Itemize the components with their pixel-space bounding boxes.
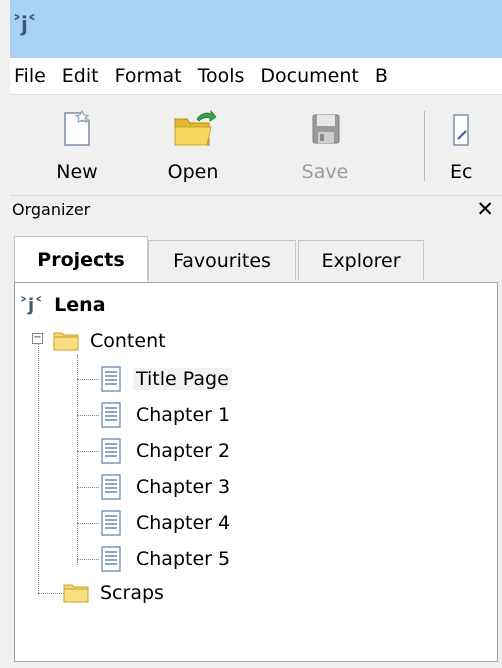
organizer-title: Organizer	[12, 200, 91, 219]
tree-document[interactable]: Chapter 3	[101, 471, 233, 503]
tree-item-label: Chapter 1	[136, 404, 231, 426]
menu-document[interactable]: Document	[260, 65, 358, 87]
menu-bar: File Edit Format Tools Document B	[10, 58, 502, 94]
open-button-label: Open	[167, 161, 219, 183]
tree-connector	[77, 559, 99, 560]
tree-connector	[77, 379, 99, 380]
tree-connector	[38, 593, 64, 594]
save-button-label: Save	[301, 161, 349, 183]
toolbar-separator	[424, 111, 425, 181]
document-icon	[101, 402, 121, 428]
app-logo-icon: ˃j˂	[12, 12, 37, 36]
document-icon	[101, 366, 121, 392]
tab-label: Explorer	[321, 249, 401, 272]
tree-item-label: Chapter 3	[136, 476, 231, 498]
menu-format[interactable]: Format	[115, 65, 182, 87]
tree-item-label: Title Page	[133, 368, 232, 390]
organizer-tabs: Projects Favourites Explorer	[10, 226, 502, 282]
menu-edit[interactable]: Edit	[62, 65, 99, 87]
tab-label: Projects	[37, 248, 125, 271]
menu-partial[interactable]: B	[375, 65, 388, 87]
tree-document[interactable]: Chapter 1	[101, 399, 233, 431]
new-button-label: New	[56, 161, 98, 183]
tree-folder-scraps[interactable]: Scraps	[63, 577, 167, 609]
tree-item-label: Chapter 2	[136, 440, 231, 462]
tree-connector	[77, 415, 99, 416]
tree-item-label: Lena	[54, 294, 106, 316]
document-icon	[101, 510, 121, 536]
tree-document[interactable]: Chapter 4	[101, 507, 233, 539]
tree-folder-content[interactable]: Content	[53, 325, 169, 357]
tree-item-label: Content	[90, 330, 166, 352]
collapse-icon[interactable]: −	[32, 333, 43, 344]
project-icon: ˃j˂	[19, 294, 44, 316]
tree-item-label: Scraps	[100, 582, 164, 604]
toolbar: New Open Save Ec	[10, 94, 502, 196]
folder-icon	[63, 583, 89, 603]
new-document-icon	[57, 109, 97, 149]
open-folder-icon	[173, 109, 217, 149]
tree-connector	[77, 523, 99, 524]
edit-button-partial[interactable]: Ec	[450, 101, 502, 191]
open-button[interactable]: Open	[148, 101, 238, 191]
project-tree: ˃j˂ Lena − Content Title Page Chapter 1 …	[14, 282, 498, 662]
document-icon	[101, 474, 121, 500]
close-icon[interactable]: ✕	[476, 197, 494, 221]
tab-projects[interactable]: Projects	[14, 236, 148, 282]
tree-item-label: Chapter 4	[136, 512, 231, 534]
tab-favourites[interactable]: Favourites	[148, 240, 296, 280]
tree-connector	[77, 451, 99, 452]
title-bar[interactable]: ˃j˂	[10, 0, 502, 58]
tree-root-project[interactable]: ˃j˂ Lena	[19, 289, 109, 321]
tree-connector	[77, 355, 78, 565]
organizer-header: Organizer ✕	[10, 196, 502, 226]
new-button[interactable]: New	[32, 101, 122, 191]
tab-label: Favourites	[173, 249, 271, 272]
menu-file[interactable]: File	[14, 65, 46, 87]
tree-item-label: Chapter 5	[136, 548, 231, 570]
edit-document-icon	[452, 109, 492, 149]
document-icon	[101, 546, 121, 572]
tree-document[interactable]: Chapter 5	[101, 543, 233, 575]
tree-connector	[77, 487, 99, 488]
tree-document[interactable]: Chapter 2	[101, 435, 233, 467]
document-icon	[101, 438, 121, 464]
tree-document[interactable]: Title Page	[101, 363, 232, 395]
tab-explorer[interactable]: Explorer	[298, 240, 424, 280]
edit-button-label: Ec	[450, 161, 473, 183]
save-disk-icon	[305, 109, 345, 149]
save-button[interactable]: Save	[280, 101, 370, 191]
app-window: ˃j˂ File Edit Format Tools Document B Ne…	[0, 0, 502, 668]
menu-tools[interactable]: Tools	[198, 65, 245, 87]
folder-icon	[53, 331, 79, 351]
tree-connector	[38, 339, 39, 593]
